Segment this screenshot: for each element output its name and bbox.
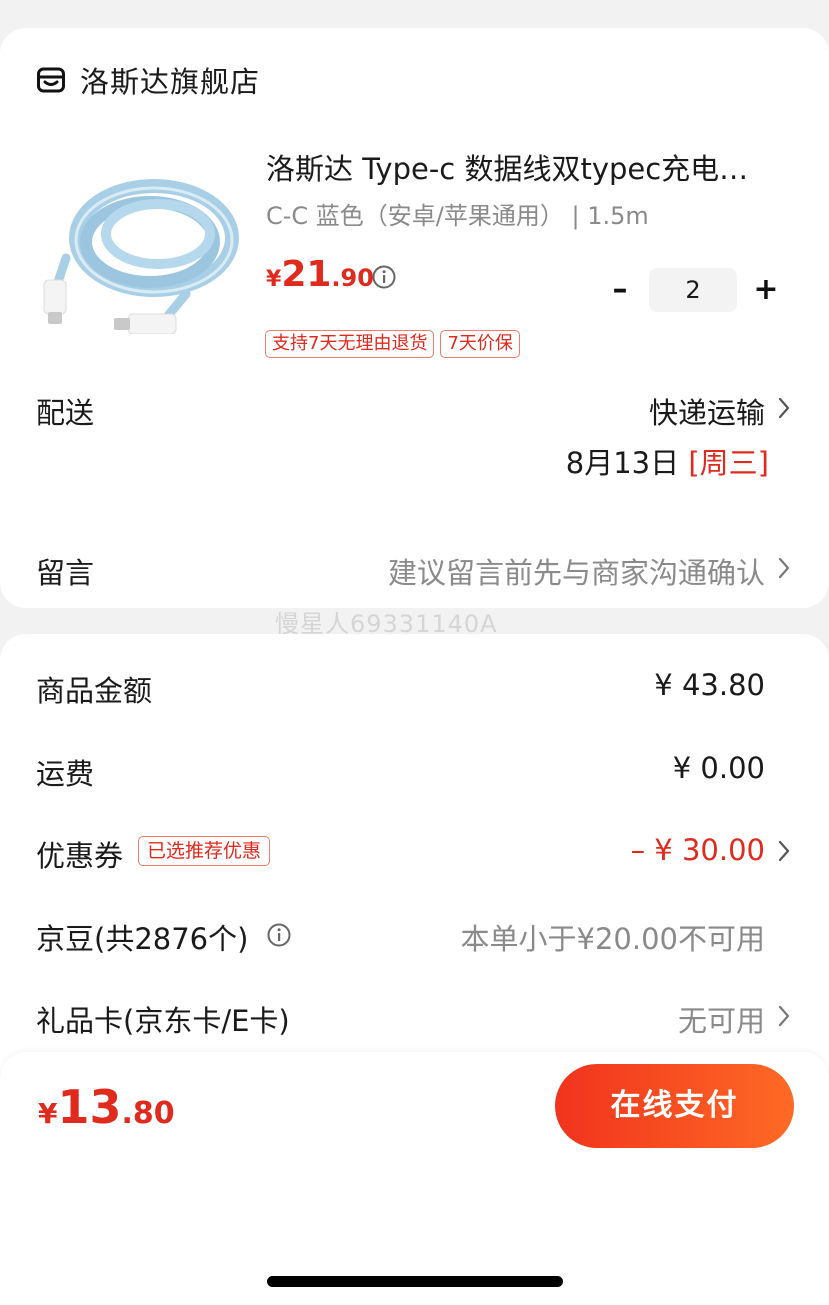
service-tags: 支持7天无理由退货 7天价保: [265, 330, 526, 358]
product-title[interactable]: 洛斯达 Type-c 数据线双typec充电…: [266, 146, 786, 188]
store-icon: [36, 65, 66, 95]
shipping-value: ¥ 0.00: [672, 751, 765, 785]
gift-card-chevron-icon[interactable]: [777, 1004, 791, 1028]
delivery-method[interactable]: 快递运输: [649, 390, 765, 432]
gift-card-value[interactable]: 无可用: [678, 998, 765, 1040]
total-symbol: ¥: [38, 1097, 58, 1130]
delivery-date: 8月13日: [565, 446, 680, 480]
total-price: ¥13.80: [38, 1080, 175, 1134]
quantity-plus-button[interactable]: +: [749, 270, 783, 310]
price-info-icon[interactable]: [371, 264, 397, 290]
pay-online-button[interactable]: 在线支付: [555, 1064, 794, 1148]
jd-beans-info-icon[interactable]: [266, 922, 292, 948]
tag-price-protect: 7天价保: [440, 330, 520, 358]
home-indicator[interactable]: [267, 1276, 563, 1287]
order-card: 洛斯达旗舰店 洛斯达 Type-c 数据线双typec充电… C-C 蓝色（安卓…: [0, 28, 829, 608]
product-image[interactable]: [36, 168, 242, 335]
message-label: 留言: [36, 556, 95, 590]
total-integer: 13: [57, 1080, 122, 1134]
jd-beans-value: 本单小于¥20.00不可用: [460, 922, 765, 956]
delivery-weekday: [周三]: [688, 446, 769, 480]
tag-return-policy: 支持7天无理由退货: [265, 330, 435, 358]
product-spec: C-C 蓝色（安卓/苹果通用） | 1.5m: [266, 202, 649, 230]
price-decimal: .90: [331, 264, 374, 292]
delivery-chevron-icon[interactable]: [777, 396, 791, 420]
store-row[interactable]: 洛斯达旗舰店: [36, 60, 260, 100]
coupon-value[interactable]: – ¥ 30.00: [631, 833, 765, 867]
gift-card-label: 礼品卡(京东卡/E卡): [36, 1004, 290, 1038]
message-chevron-icon[interactable]: [777, 556, 791, 580]
jd-beans-label: 京豆(共2876个): [36, 922, 249, 956]
coupon-recommended-badge: 已选推荐优惠: [138, 836, 271, 866]
quantity-input[interactable]: 2: [649, 268, 737, 312]
price-integer: 21: [281, 254, 332, 295]
total-decimal: .80: [121, 1096, 175, 1131]
goods-amount-value: ¥ 43.80: [654, 668, 765, 702]
price-symbol: ¥: [266, 267, 282, 292]
goods-amount-label: 商品金额: [36, 674, 153, 708]
message-input[interactable]: 建议留言前先与商家沟通确认: [388, 550, 765, 592]
store-name: 洛斯达旗舰店: [80, 65, 261, 99]
order-confirm-page: 洛斯达旗舰店 洛斯达 Type-c 数据线双typec充电… C-C 蓝色（安卓…: [0, 0, 829, 1305]
coupon-chevron-icon[interactable]: [777, 839, 791, 863]
quantity-minus-button[interactable]: –: [603, 270, 637, 310]
delivery-date-row[interactable]: 8月13日 [周三]: [566, 440, 769, 482]
coupon-label: 优惠券: [36, 839, 124, 873]
fee-card: 商品金额 ¥ 43.80 运费 ¥ 0.00 优惠券 已选推荐优惠 – ¥ 30…: [0, 634, 829, 1094]
checkout-bar: ¥13.80 在线支付: [0, 1052, 829, 1305]
delivery-label: 配送: [36, 396, 95, 430]
quantity-stepper: – 2 +: [603, 268, 783, 312]
shipping-label: 运费: [36, 757, 95, 791]
product-price: ¥21.90: [266, 254, 374, 295]
